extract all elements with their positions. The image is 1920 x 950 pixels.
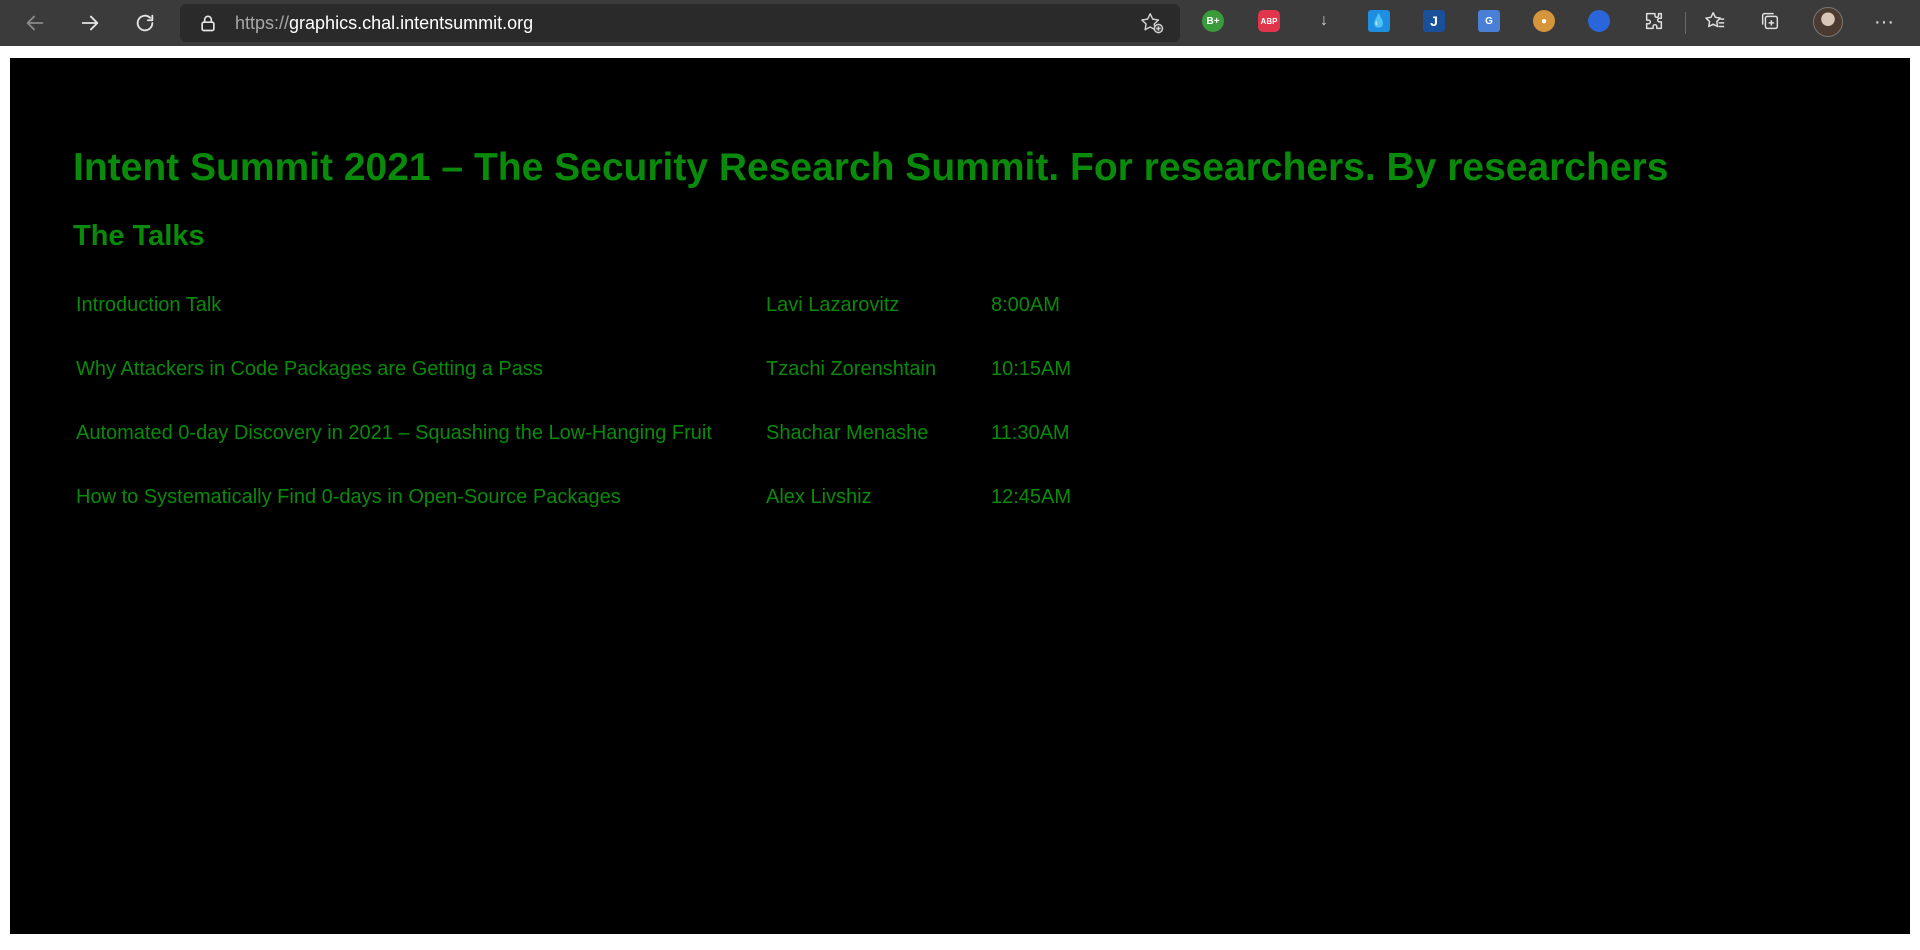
toolbar-divider: [1685, 12, 1686, 34]
download-icon[interactable]: ↓: [1313, 10, 1335, 32]
extension-bplus-icon[interactable]: B+: [1202, 10, 1224, 32]
extension-j-icon[interactable]: J: [1423, 10, 1445, 32]
talk-time: 11:30AM: [991, 422, 1070, 444]
section-title: The Talks: [73, 220, 205, 252]
extension-cookie-icon[interactable]: ●: [1533, 10, 1555, 32]
extension-adblock-icon[interactable]: ABP: [1258, 10, 1280, 32]
talk-title: Why Attackers in Code Packages are Getti…: [76, 358, 543, 380]
talk-speaker: Alex Livshiz: [766, 486, 872, 508]
favorites-icon[interactable]: [1704, 10, 1726, 32]
url-scheme: https://: [235, 13, 290, 33]
talk-time: 8:00AM: [991, 294, 1060, 316]
talk-speaker: Lavi Lazarovitz: [766, 294, 900, 316]
page-viewport: Intent Summit 2021 – The Security Resear…: [10, 58, 1910, 934]
page-title: Intent Summit 2021 – The Security Resear…: [73, 146, 1669, 189]
profile-avatar[interactable]: [1813, 7, 1843, 37]
address-bar[interactable]: https://graphics.chal.intentsummit.org: [180, 4, 1180, 42]
talk-time: 10:15AM: [991, 358, 1072, 380]
url-host: graphics.chal.intentsummit.org: [289, 13, 534, 33]
collections-icon[interactable]: [1759, 10, 1781, 32]
extension-translate-icon[interactable]: G: [1478, 10, 1500, 32]
arrow-right-icon: [81, 15, 99, 31]
url-text[interactable]: https://graphics.chal.intentsummit.org: [235, 13, 533, 33]
talk-title: How to Systematically Find 0-days in Ope…: [76, 486, 621, 508]
browser-toolbar: https://graphics.chal.intentsummit.org B…: [0, 0, 1920, 46]
talk-title: Automated 0-day Discovery in 2021 – Squa…: [76, 422, 712, 444]
talk-time: 12:45AM: [991, 486, 1072, 508]
lock-icon[interactable]: [198, 13, 218, 33]
forward-button[interactable]: [72, 5, 108, 41]
extensions-puzzle-icon[interactable]: [1643, 10, 1665, 32]
talk-title: Introduction Talk: [76, 294, 222, 316]
talk-speaker: Shachar Menashe: [766, 422, 929, 444]
extension-globe-icon[interactable]: [1588, 10, 1610, 32]
back-button[interactable]: [17, 5, 53, 41]
reload-icon: [136, 14, 154, 32]
talk-speaker: Tzachi Zorenshtain: [766, 358, 937, 380]
add-favorite-icon[interactable]: [1140, 12, 1164, 34]
arrow-left-icon: [26, 15, 44, 31]
more-menu-icon[interactable]: ···: [1873, 12, 1895, 34]
reload-button[interactable]: [127, 5, 163, 41]
extension-droplet-icon[interactable]: 💧: [1368, 10, 1390, 32]
